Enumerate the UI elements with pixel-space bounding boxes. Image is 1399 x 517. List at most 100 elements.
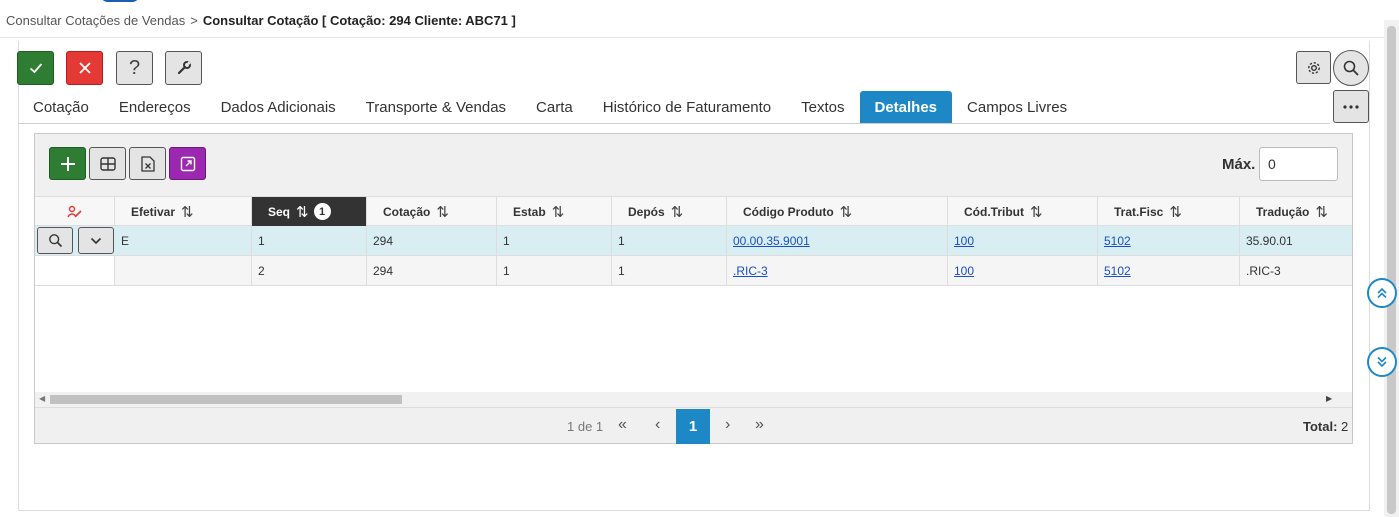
tax-code-link[interactable]: 100 [954,264,974,278]
max-rows-input[interactable] [1259,147,1338,181]
column-header-efetivar[interactable]: Efetivar ⇅ [115,197,252,226]
columns-button[interactable] [89,147,126,180]
column-label: Depós [628,204,665,219]
sort-icon[interactable]: ⇅ [1030,203,1042,221]
sort-order-badge: 1 [313,203,331,220]
column-label: Estab [513,204,546,219]
table-row[interactable]: 2 294 1 1 .RIC-3 100 5102 .RIC-3 [35,256,1352,286]
cell-action [35,256,115,285]
grid-scrollbar-thumb[interactable] [50,395,402,404]
sort-icon[interactable]: ⇅ [1169,203,1181,221]
first-page-button[interactable]: « [618,416,627,434]
tab-carta[interactable]: Carta [521,91,588,123]
expand-icon [180,156,195,171]
column-header-codigo-produto[interactable]: Código Produto ⇅ [727,197,948,226]
tab-detalhes[interactable]: Detalhes [859,91,953,123]
sort-icon[interactable]: ⇅ [181,203,193,221]
row-expand-button[interactable] [78,227,114,254]
sort-icon[interactable]: ⇅ [296,203,308,221]
column-header-depos[interactable]: Depós ⇅ [612,197,727,226]
help-label: ? [128,56,141,79]
tab-underline [18,123,1330,124]
column-header-cotacao[interactable]: Cotação ⇅ [367,197,497,226]
breadcrumb: Consultar Cotações de Vendas > Consultar C… [6,13,516,28]
search-icon [48,234,62,248]
column-label: Cód.Tribut [964,204,1024,219]
sort-icon[interactable]: ⇅ [552,203,564,221]
fiscal-treatment-link[interactable]: 5102 [1104,264,1131,278]
tax-code-link[interactable]: 100 [954,234,974,248]
cell-seq: 2 [252,256,367,285]
row-view-button[interactable] [37,227,73,254]
more-options-button[interactable] [1333,90,1369,123]
column-header-estab[interactable]: Estab ⇅ [497,197,612,226]
cell-traducao: 35.90.01 [1246,233,1293,248]
sort-icon[interactable]: ⇅ [840,203,852,221]
tab-cotacao[interactable]: Cotação [18,91,104,123]
cell-traducao: .RIC-3 [1246,263,1281,278]
column-label: Cotação [383,204,431,219]
column-header-traducao[interactable]: Tradução ⇅ [1240,197,1352,226]
scroll-right-arrow-icon[interactable]: ▶ [1326,394,1332,403]
product-code-link[interactable]: .RIC-3 [733,264,768,278]
breadcrumb-parent-link[interactable]: Consultar Cotações de Vendas [6,13,185,28]
tab-transporte-vendas[interactable]: Transporte & Vendas [351,91,521,123]
cell-codigo-produto: .RIC-3 [727,256,948,285]
expand-button[interactable] [169,147,206,180]
tab-campos-livres[interactable]: Campos Livres [952,91,1082,123]
total-count: Total: 2 [1303,419,1348,434]
cell-efetivar: E [115,226,252,255]
edit-signature-icon [67,205,82,217]
cancel-button[interactable] [66,51,103,85]
confirm-button[interactable] [17,51,54,85]
cell-seq: 1 [252,226,367,255]
search-button[interactable] [1333,50,1369,86]
prev-page-button[interactable]: ‹ [655,416,660,434]
tab-dados-adicionais[interactable]: Dados Adicionais [206,91,351,123]
column-header-trat-fisc[interactable]: Trat.Fisc ⇅ [1098,197,1240,226]
column-header-cod-tribut[interactable]: Cód.Tribut ⇅ [948,197,1098,226]
max-label: Máx. [1222,156,1256,173]
help-button[interactable]: ? [116,51,153,85]
close-icon [78,62,91,74]
scroll-left-arrow-icon[interactable]: ◀ [39,394,45,403]
header-action-col[interactable] [35,197,115,226]
settings-button[interactable] [1296,51,1331,84]
column-header-seq[interactable]: Seq ⇅ 1 [252,197,367,226]
cell-depos: 1 [612,226,727,255]
page-scrollbar-thumb[interactable] [1387,26,1396,514]
last-page-button[interactable]: » [755,416,764,434]
next-page-button[interactable]: › [725,416,730,434]
tab-enderecos[interactable]: Endereços [104,91,206,123]
tab-historico-faturamento[interactable]: Histórico de Faturamento [588,91,786,123]
tools-button[interactable] [165,51,202,85]
plus-icon [60,156,75,171]
excel-file-icon [140,155,155,172]
details-grid: Máx. Efetivar ⇅ Seq ⇅ 1 Cotação ⇅ Estab ⇅ Dep… [34,133,1353,444]
add-row-button[interactable] [49,147,86,180]
scroll-to-top-button[interactable] [1367,278,1397,308]
check-icon [29,63,42,74]
sort-icon[interactable]: ⇅ [1315,203,1327,221]
current-page-button[interactable]: 1 [676,409,710,444]
header-divider [0,37,1384,38]
grid-toolbar: Máx. [35,134,1352,196]
cell-cotacao: 294 [367,256,497,285]
column-label: Efetivar [131,204,176,219]
tab-textos[interactable]: Textos [786,91,859,123]
wrench-icon [177,61,191,75]
export-excel-button[interactable] [129,147,166,180]
chevron-down-icon [90,237,102,244]
product-code-link[interactable]: 00.00.35.9001 [733,234,810,248]
cell-cod-tribut: 100 [948,226,1098,255]
page-scrollbar[interactable] [1384,20,1399,517]
fiscal-treatment-link[interactable]: 5102 [1104,234,1131,248]
cell-efetivar [115,256,252,285]
sort-icon[interactable]: ⇅ [436,203,448,221]
scroll-to-bottom-button[interactable] [1367,347,1397,377]
sort-icon[interactable]: ⇅ [671,203,683,221]
page-info: 1 de 1 [567,419,604,434]
grid-horizontal-scrollbar[interactable]: ◀ ▶ [35,392,1352,407]
table-row[interactable]: E 1 294 1 1 00.00.35.9001 100 5102 35.90… [35,226,1352,256]
cell-estab: 1 [497,226,612,255]
